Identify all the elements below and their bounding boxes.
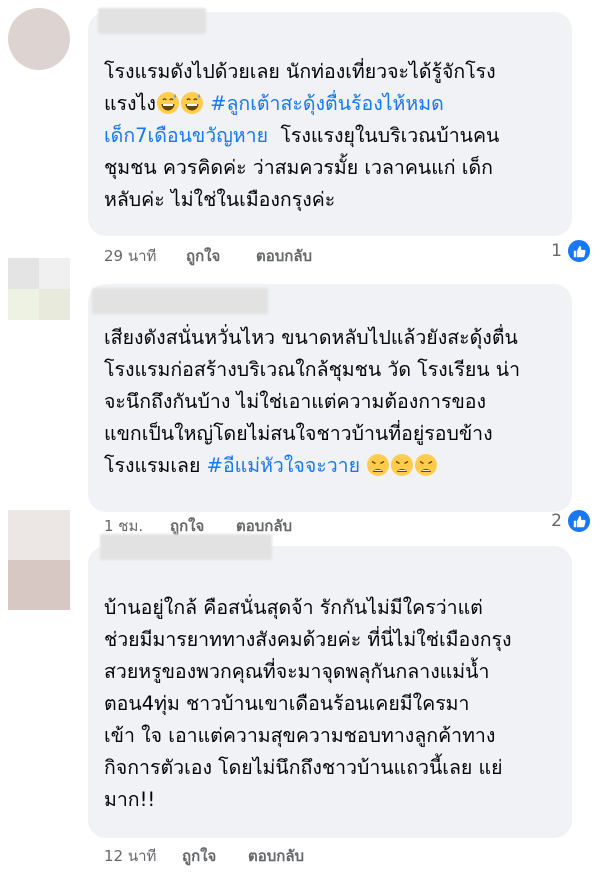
comment-text: โรงแรมดังไปด้วยเลย นักท่องเที่ยวจะได้รู้… xyxy=(104,56,564,216)
comment-meta: 12 นาที ถูกใจ ตอบกลับ xyxy=(104,844,404,866)
comment-text: เสียงดังสนั่นหวั่นไหว ขนาดหลับไปแล้วยังส… xyxy=(104,322,564,482)
weary-face-icon xyxy=(390,453,414,477)
commenter-name-redacted[interactable] xyxy=(92,288,268,314)
grinning-sweat-icon xyxy=(156,91,180,115)
comment-3: บ้านอยู่ใกล้ คือสนั่นสุดจ้า รักกันไม่มีใ… xyxy=(0,508,600,874)
comment-2: เสียงดังสนั่นหวั่นไหว ขนาดหลับไปแล้วยังส… xyxy=(0,258,600,538)
avatar[interactable] xyxy=(8,258,70,320)
grinning-sweat-icon xyxy=(180,91,204,115)
comment-text: บ้านอยู่ใกล้ คือสนั่นสุดจ้า รักกันไม่มีใ… xyxy=(104,592,564,816)
weary-face-icon xyxy=(366,453,390,477)
comment-text-segment: บ้านอยู่ใกล้ คือสนั่นสุดจ้า รักกันไม่มีใ… xyxy=(104,596,512,811)
weary-face-icon xyxy=(414,453,438,477)
comment-time[interactable]: 12 นาที xyxy=(104,844,156,868)
avatar[interactable] xyxy=(8,8,70,70)
reply-link[interactable]: ตอบกลับ xyxy=(248,844,304,868)
commenter-name-redacted[interactable] xyxy=(98,8,206,34)
comment-1: โรงแรมดังไปด้วยเลย นักท่องเที่ยวจะได้รู้… xyxy=(0,0,600,270)
like-link[interactable]: ถูกใจ xyxy=(182,844,216,868)
avatar[interactable] xyxy=(8,510,70,610)
hashtag-link[interactable]: #อีแม่หัวใจจะวาย xyxy=(207,454,360,477)
commenter-name-redacted[interactable] xyxy=(100,534,272,560)
